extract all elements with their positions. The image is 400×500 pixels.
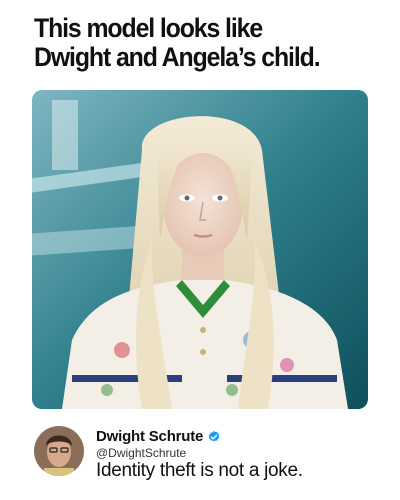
- tweet-text: Identity theft is not a joke.: [96, 460, 303, 481]
- display-name[interactable]: Dwight Schrute: [96, 428, 203, 445]
- headline-line-2: Dwight and Angela’s child.: [34, 42, 321, 72]
- tweet-card: Dwight Schrute @DwightSchrute Identity t…: [32, 420, 372, 490]
- verified-badge-icon: [208, 430, 220, 442]
- model-photo: [32, 90, 368, 409]
- headline-line-1: This model looks like: [34, 13, 263, 43]
- meme-headline: This model looks like Dwight and Angela’…: [34, 14, 347, 72]
- user-handle[interactable]: @DwightSchrute: [96, 446, 186, 460]
- avatar[interactable]: [34, 426, 84, 476]
